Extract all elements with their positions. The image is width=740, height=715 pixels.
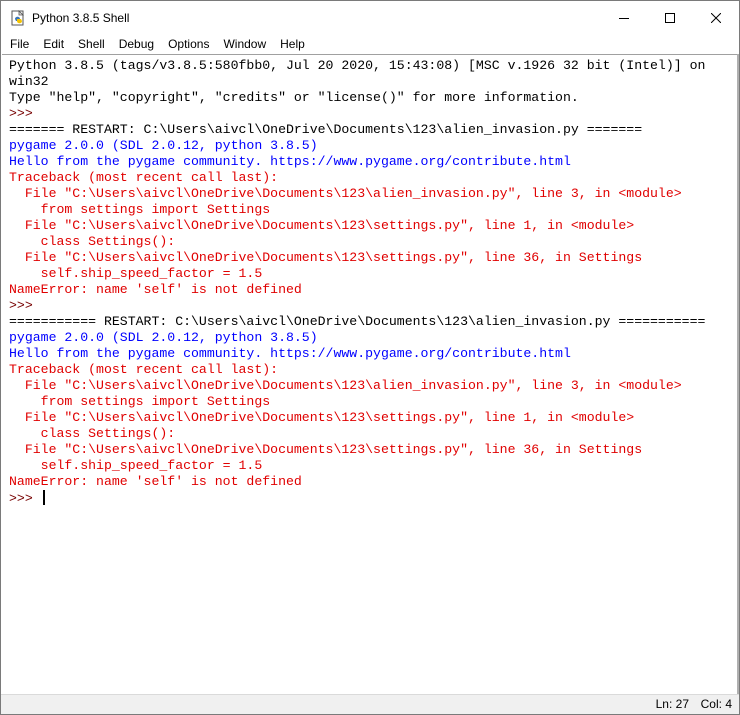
menu-help[interactable]: Help	[274, 34, 311, 55]
minimize-icon	[619, 13, 629, 23]
shell-output-line: NameError: name 'self' is not defined	[9, 474, 302, 489]
shell-output-line: self.ship_speed_factor = 1.5	[9, 458, 263, 473]
shell-text-area[interactable]: Python 3.8.5 (tags/v3.8.5:580fbb0, Jul 2…	[2, 54, 738, 695]
status-column-number: Col: 4	[700, 697, 732, 711]
minimize-button[interactable]	[601, 1, 647, 34]
shell-output-line: NameError: name 'self' is not defined	[9, 282, 302, 297]
menu-debug[interactable]: Debug	[113, 34, 160, 55]
close-button[interactable]	[693, 1, 739, 34]
menu-edit[interactable]: Edit	[37, 34, 70, 55]
shell-output-line: ======= RESTART: C:\Users\aivcl\OneDrive…	[9, 122, 643, 137]
status-line-number: Ln: 27	[655, 697, 689, 711]
menu-file[interactable]: File	[4, 34, 35, 55]
shell-output-line: class Settings():	[9, 234, 176, 249]
shell-prompt: >>>	[9, 491, 41, 506]
python-idle-icon	[10, 10, 27, 27]
shell-output-line: File "C:\Users\aivcl\OneDrive\Documents\…	[9, 410, 635, 425]
maximize-icon	[665, 12, 675, 23]
shell-output-line: Python 3.8.5 (tags/v3.8.5:580fbb0, Jul 2…	[9, 58, 706, 73]
shell-output-line: Hello from the pygame community. https:/…	[9, 346, 571, 361]
shell-output-line: File "C:\Users\aivcl\OneDrive\Documents\…	[9, 250, 643, 265]
shell-output-line: File "C:\Users\aivcl\OneDrive\Documents\…	[9, 186, 682, 201]
shell-output-line: win32	[9, 74, 49, 89]
window-title: Python 3.8.5 Shell	[32, 11, 130, 25]
shell-output-line: Type "help", "copyright", "credits" or "…	[9, 90, 579, 105]
idle-shell-window: Python 3.8.5 Shell File Edit Shell Debug…	[0, 0, 740, 715]
shell-output-line: self.ship_speed_factor = 1.5	[9, 266, 263, 281]
shell-output-line: from settings import Settings	[9, 394, 271, 409]
status-bar: Ln: 27 Col: 4	[1, 694, 739, 714]
shell-prompt: >>>	[9, 106, 41, 121]
shell-output-line: pygame 2.0.0 (SDL 2.0.12, python 3.8.5)	[9, 330, 318, 345]
shell-output[interactable]: Python 3.8.5 (tags/v3.8.5:580fbb0, Jul 2…	[9, 58, 718, 506]
shell-output-line: pygame 2.0.0 (SDL 2.0.12, python 3.8.5)	[9, 138, 318, 153]
menu-window[interactable]: Window	[217, 34, 272, 55]
shell-output-line: File "C:\Users\aivcl\OneDrive\Documents\…	[9, 378, 682, 393]
shell-input-line[interactable]: >>>	[9, 490, 718, 506]
shell-output-line: Traceback (most recent call last):	[9, 362, 279, 377]
title-bar[interactable]: Python 3.8.5 Shell	[1, 1, 739, 34]
shell-output-line: class Settings():	[9, 426, 176, 441]
shell-output-line: Hello from the pygame community. https:/…	[9, 154, 571, 169]
shell-output-line: File "C:\Users\aivcl\OneDrive\Documents\…	[9, 218, 635, 233]
window-right-edge	[737, 54, 739, 695]
shell-prompt: >>>	[9, 298, 41, 313]
shell-output-line: =========== RESTART: C:\Users\aivcl\OneD…	[9, 314, 706, 329]
menu-bar: File Edit Shell Debug Options Window Hel…	[1, 34, 739, 55]
text-cursor	[42, 490, 45, 505]
shell-output-line: Traceback (most recent call last):	[9, 170, 279, 185]
menu-shell[interactable]: Shell	[72, 34, 111, 55]
menu-options[interactable]: Options	[162, 34, 215, 55]
shell-output-line: File "C:\Users\aivcl\OneDrive\Documents\…	[9, 442, 643, 457]
close-icon	[711, 12, 721, 23]
maximize-button[interactable]	[647, 1, 693, 34]
shell-output-line: from settings import Settings	[9, 202, 271, 217]
